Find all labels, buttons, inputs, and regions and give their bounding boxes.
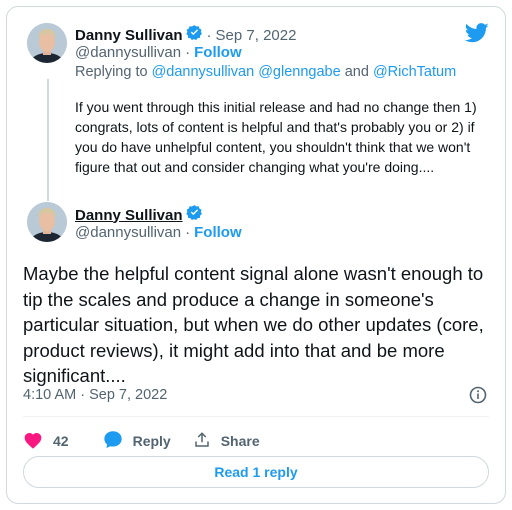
avatar[interactable] [27, 23, 67, 63]
author-name[interactable]: Danny Sullivan [75, 27, 183, 44]
mention-joiner: and [344, 64, 369, 80]
mention-link[interactable]: @dannysullivan [152, 64, 255, 80]
tweet1-header: Danny Sullivan · Sep 7, 2022 [75, 24, 296, 46]
action-bar: 42 Reply Share [23, 430, 282, 452]
follow-button[interactable]: Follow [194, 44, 242, 61]
author-handle[interactable]: @dannysullivan [75, 224, 181, 241]
tweet-date[interactable]: Sep 7, 2022 [216, 27, 297, 44]
author-name[interactable]: Danny Sullivan [75, 207, 183, 224]
tweet-card: Danny Sullivan · Sep 7, 2022 @dannysulli… [6, 6, 506, 504]
like-count: 42 [53, 433, 69, 449]
replying-prefix: Replying to [75, 64, 148, 80]
thread-connector [47, 79, 49, 201]
mention-link[interactable]: @RichTatum [373, 64, 456, 80]
reply-label: Reply [132, 433, 171, 449]
separator: · [185, 224, 191, 241]
follow-button[interactable]: Follow [194, 224, 242, 241]
author-handle[interactable]: @dannysullivan [75, 44, 181, 61]
tweet2-subheader: @dannysullivan · Follow [75, 224, 242, 241]
avatar[interactable] [27, 202, 67, 242]
tweet2-text: Maybe the helpful content signal alone w… [23, 263, 484, 386]
tweet1-subheader: @dannysullivan · Follow [75, 44, 242, 61]
reply-button[interactable]: Reply [103, 430, 171, 452]
separator: · [206, 26, 212, 44]
verified-badge-icon [185, 24, 203, 46]
mention-link[interactable]: @glenngabe [258, 64, 340, 80]
share-label: Share [220, 433, 260, 449]
tweet2-header: Danny Sullivan [75, 204, 203, 226]
heart-icon [23, 431, 53, 452]
info-icon[interactable] [469, 386, 487, 409]
verified-badge-icon [185, 204, 203, 226]
like-button[interactable]: 42 [23, 431, 69, 452]
separator: · [185, 44, 191, 61]
share-icon [193, 431, 221, 452]
tweet-timestamp[interactable]: 4:10 AM · Sep 7, 2022 [23, 387, 167, 403]
comment-bubble-icon [103, 430, 133, 452]
tweet1-text: If you went through this initial release… [75, 99, 477, 175]
read-replies-button[interactable]: Read 1 reply [23, 456, 489, 488]
divider [23, 416, 489, 417]
share-button[interactable]: Share [193, 431, 260, 452]
twitter-bird-icon[interactable] [464, 23, 489, 48]
replying-to: Replying to @dannysullivan @glenngabe an… [75, 64, 456, 80]
